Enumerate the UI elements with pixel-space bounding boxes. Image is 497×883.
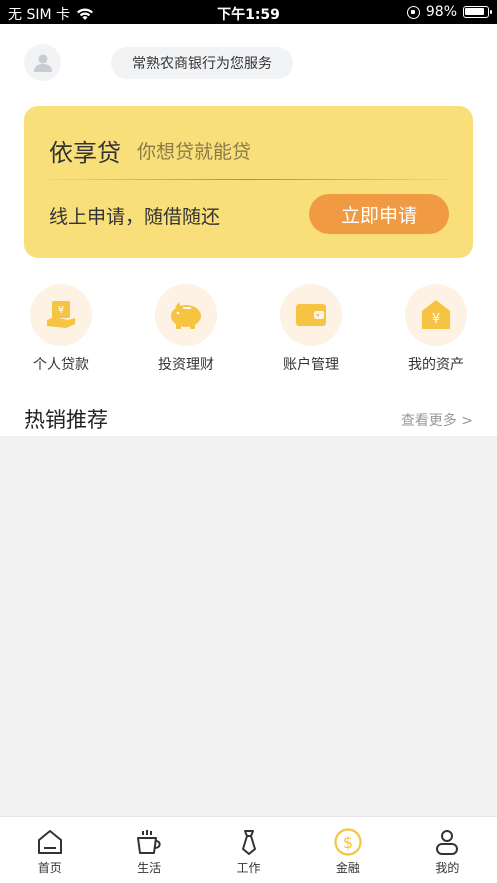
recommendation-list [0,436,497,816]
piggy-bank-icon [155,284,217,346]
section-title: 热销推荐 [24,408,108,432]
loan-divider [49,179,449,180]
menu-item-investment[interactable]: 投资理财 [136,284,236,374]
tab-mine[interactable]: 我的 [398,817,497,883]
menu-label: 账户管理 [283,357,339,373]
quick-menu: ¥ 个人贷款 投资理财 账户管理 ¥ 我的资产 [0,284,497,384]
tab-work[interactable]: 工作 [199,817,298,883]
loan-icon: ¥ [30,284,92,346]
tab-life[interactable]: 生活 [99,817,198,883]
battery-icon [463,6,492,18]
loan-promo-card[interactable]: 依享贷 你想贷就能贷 线上申请，随借随还 立即申请 [24,106,473,258]
battery-percent: 98% [425,4,457,20]
tie-icon [234,827,264,857]
tab-home[interactable]: 首页 [0,817,99,883]
svg-text:$: $ [343,833,353,852]
asset-icon: ¥ [405,284,467,346]
tab-finance[interactable]: $ 金融 [298,817,397,883]
tab-label: 工作 [236,861,261,875]
svg-text:¥: ¥ [432,312,440,327]
menu-label: 投资理财 [158,357,214,373]
status-bar: 无 SIM 卡 下午1:59 98% [0,0,497,24]
menu-item-account[interactable]: 账户管理 [261,284,361,374]
menu-item-personal-loan[interactable]: ¥ 个人贷款 [11,284,111,374]
service-banner: 常熟农商银行为您服务 [111,47,293,79]
tab-bar: 首页 生活 工作 $ 金融 我的 [0,816,497,883]
tab-label: 生活 [137,861,162,875]
user-silhouette-icon [33,54,52,72]
home-icon [35,827,65,857]
coffee-cup-icon [134,827,164,857]
tab-label: 首页 [37,861,62,875]
tab-label: 金融 [335,861,360,875]
dollar-coin-icon: $ [333,827,363,857]
loan-slogan: 你想贷就能贷 [137,141,252,163]
loan-title: 依享贷 [49,139,121,167]
wallet-icon [280,284,342,346]
svg-text:¥: ¥ [58,305,64,316]
tab-label: 我的 [435,861,460,875]
apply-now-button[interactable]: 立即申请 [309,194,449,234]
status-right: 98% [406,4,492,20]
person-icon [432,827,462,857]
loan-description: 线上申请，随借随还 [49,206,221,228]
menu-item-assets[interactable]: ¥ 我的资产 [386,284,486,374]
avatar[interactable] [24,44,61,81]
header: 常熟农商银行为您服务 [0,24,497,104]
orientation-lock-icon [406,5,420,19]
view-more-link[interactable]: 查看更多 > [401,410,473,430]
service-text: 常熟农商银行为您服务 [132,56,272,72]
menu-label: 我的资产 [408,357,464,373]
menu-label: 个人贷款 [33,357,89,373]
